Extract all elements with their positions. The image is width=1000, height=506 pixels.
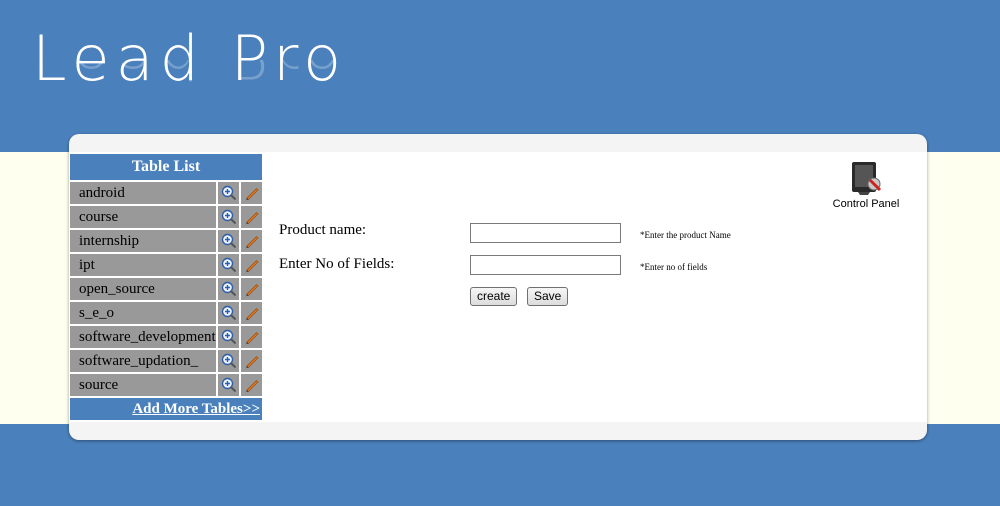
pencil-icon[interactable]: [241, 182, 262, 204]
table-list-item[interactable]: s_e_o: [70, 302, 262, 324]
zoom-in-icon[interactable]: [218, 326, 239, 348]
table-list-item-label[interactable]: course: [70, 206, 216, 228]
zoom-in-icon[interactable]: [218, 206, 239, 228]
table-list-footer: Add More Tables>>: [70, 398, 262, 420]
zoom-in-icon[interactable]: [218, 230, 239, 252]
table-list-item[interactable]: ipt: [70, 254, 262, 276]
table-list-item-label[interactable]: internship: [70, 230, 216, 252]
fields-count-label: Enter No of Fields:: [279, 256, 395, 272]
pencil-icon[interactable]: [241, 206, 262, 228]
logo-reflection: Lead Pro: [32, 60, 347, 92]
pencil-icon[interactable]: [241, 350, 262, 372]
panel-content: Table List android course internship ipt ope…: [69, 152, 927, 422]
table-list-header: Table List: [70, 154, 262, 180]
zoom-in-icon[interactable]: [218, 278, 239, 300]
table-list-item[interactable]: source: [70, 374, 262, 396]
pencil-icon[interactable]: [241, 302, 262, 324]
zoom-in-icon[interactable]: [218, 302, 239, 324]
table-list-item[interactable]: internship: [70, 230, 262, 252]
product-name-hint: *Enter the product Name: [640, 230, 731, 240]
save-button[interactable]: Save: [527, 287, 569, 306]
table-list-item-label[interactable]: source: [70, 374, 216, 396]
control-panel-label: Control Panel: [832, 198, 900, 210]
table-list: Table List android course internship ipt ope…: [70, 154, 262, 420]
product-name-label: Product name:: [279, 222, 367, 238]
pencil-icon[interactable]: [241, 230, 262, 252]
table-list-item-label[interactable]: software_updation_: [70, 350, 216, 372]
fields-count-hint: *Enter no of fields: [640, 262, 708, 272]
pencil-icon[interactable]: [241, 374, 262, 396]
table-list-item[interactable]: course: [70, 206, 262, 228]
table-list-item[interactable]: software_updation_: [70, 350, 262, 372]
control-panel[interactable]: Control Panel: [831, 158, 901, 210]
zoom-in-icon[interactable]: [218, 254, 239, 276]
table-list-item[interactable]: android: [70, 182, 262, 204]
zoom-in-icon[interactable]: [218, 350, 239, 372]
product-name-input[interactable]: [470, 223, 621, 243]
app-logo: Lead Pro Lead Pro: [32, 22, 372, 122]
fields-count-input[interactable]: [470, 255, 621, 275]
table-list-item-label[interactable]: ipt: [70, 254, 216, 276]
main-panel: Table List android course internship ipt ope…: [69, 134, 927, 440]
add-more-tables-link[interactable]: Add More Tables>>: [132, 401, 262, 417]
table-list-item-label[interactable]: open_source: [70, 278, 216, 300]
pencil-icon[interactable]: [241, 254, 262, 276]
pencil-icon[interactable]: [241, 278, 262, 300]
table-list-item-label[interactable]: s_e_o: [70, 302, 216, 324]
table-list-item-label[interactable]: software_development: [70, 326, 216, 348]
table-list-item[interactable]: software_development: [70, 326, 262, 348]
zoom-in-icon[interactable]: [218, 374, 239, 396]
control-panel-icon[interactable]: [846, 158, 886, 198]
table-list-item-label[interactable]: android: [70, 182, 216, 204]
pencil-icon[interactable]: [241, 326, 262, 348]
table-list-item[interactable]: open_source: [70, 278, 262, 300]
zoom-in-icon[interactable]: [218, 182, 239, 204]
create-button[interactable]: create: [470, 287, 518, 306]
